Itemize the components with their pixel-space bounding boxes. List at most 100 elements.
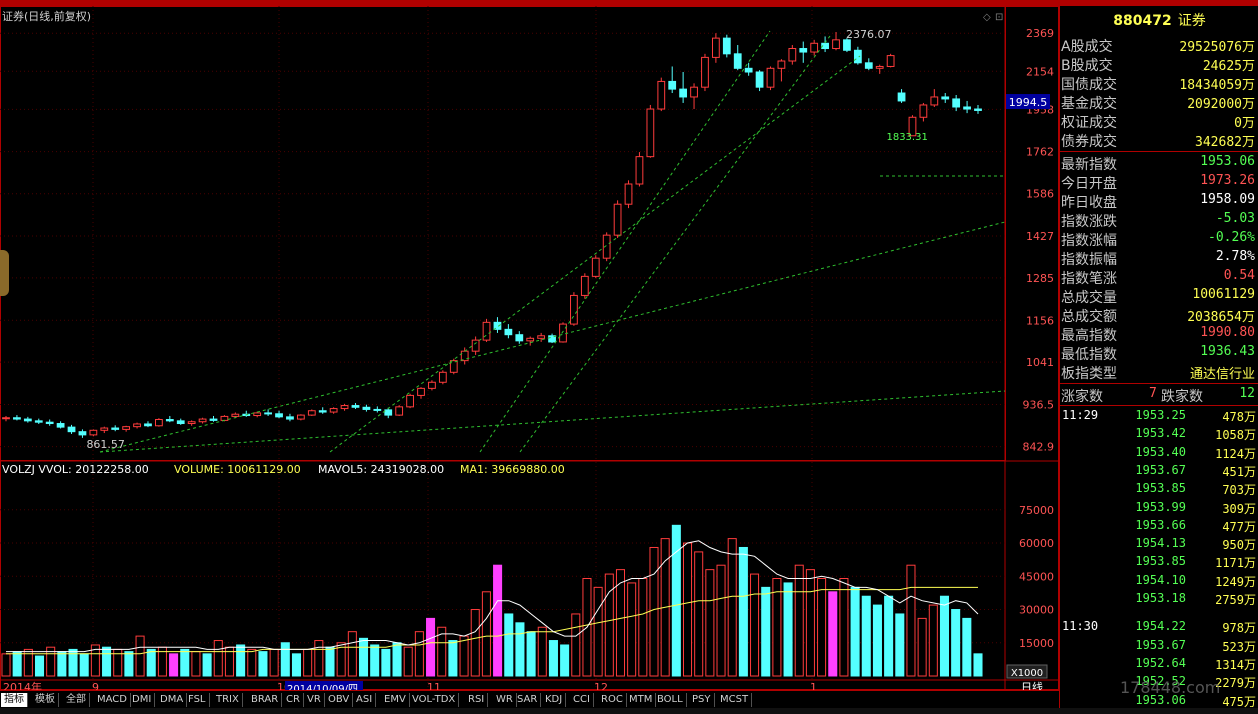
candle-body	[122, 426, 131, 430]
tick-volume: 950万	[1222, 538, 1256, 553]
indicator-tab[interactable]: VR	[304, 693, 325, 707]
candle-body	[701, 56, 709, 88]
candle-body	[875, 65, 884, 69]
volume-tick-label: 45000	[1019, 570, 1054, 583]
candle-body	[832, 39, 840, 50]
candle-body	[2, 417, 10, 420]
index-stat-row: 指数涨跌 -5.03	[1061, 211, 1257, 230]
indicator-tab[interactable]: EMV	[381, 693, 410, 707]
candle-body	[744, 67, 753, 73]
candle-body	[580, 275, 589, 296]
vol-header: VOLZJ VVOL: 20122258.00	[2, 463, 149, 476]
candle-body	[788, 48, 797, 62]
stat-value: 通达信行业	[1189, 367, 1255, 382]
price-tick-label: 1285	[1026, 272, 1054, 285]
indicator-tab[interactable]: CCI	[570, 693, 594, 707]
candle-body	[384, 409, 393, 416]
indicator-tab[interactable]: ROC	[598, 693, 627, 707]
volume-bar	[470, 609, 480, 677]
volume-bar	[537, 626, 547, 677]
volume-bar	[805, 569, 815, 677]
tick-volume: 2279万	[1215, 676, 1256, 691]
volume-bar	[191, 651, 201, 677]
candle-body	[559, 323, 567, 343]
candle-body	[886, 55, 895, 67]
collapse-handle[interactable]	[0, 250, 9, 296]
stat-value: 2.78%	[1215, 249, 1255, 264]
indicator-tab[interactable]: ASI	[353, 693, 377, 707]
candle-body	[373, 408, 382, 411]
volume-bar	[839, 578, 849, 677]
volume-bar	[817, 578, 827, 677]
indicator-tab[interactable]: MACD	[94, 693, 131, 707]
low-annotation: 861.57	[86, 438, 125, 451]
ma1-header: MA1: 39669880.00	[460, 463, 565, 476]
tick-row: 1953.99 309万	[1060, 500, 1258, 518]
tick-price: 1953.40	[1135, 444, 1186, 459]
indicator-tab[interactable]: 全部	[63, 693, 90, 707]
indicator-tab[interactable]: BRAR	[248, 693, 283, 707]
indicator-tab[interactable]: TRIX	[213, 693, 243, 707]
candle-body	[657, 80, 666, 110]
volume-bar	[247, 648, 257, 677]
kline-chart[interactable]: 证券(日线,前复权) ◇ ⊡2369215419581762158614271285…	[0, 6, 1059, 690]
tick-row: 1952.64 1314万	[1060, 656, 1258, 674]
volume-bar	[872, 604, 882, 677]
candle-body	[318, 410, 327, 413]
indicator-tab[interactable]: BOLL	[654, 693, 687, 707]
stat-value: 24625万	[1202, 59, 1255, 74]
candle-body	[155, 419, 163, 427]
tick-volume: 477万	[1222, 519, 1256, 534]
candle-body	[897, 92, 906, 102]
volume-bar	[738, 546, 748, 677]
indicator-tab[interactable]: DMA	[157, 693, 188, 707]
volume-bar	[850, 586, 860, 677]
indicator-tab[interactable]: 指标	[1, 693, 28, 707]
price-tick-label: 1156	[1026, 314, 1054, 327]
candle-body	[362, 406, 371, 410]
indicator-tab[interactable]: VOL-TDX	[409, 693, 460, 707]
indicator-tab[interactable]: DMI	[129, 693, 156, 707]
fall-label: 跌家数	[1161, 389, 1203, 405]
volume-bar	[1, 653, 11, 677]
volume-bar	[783, 582, 793, 677]
indicator-tab[interactable]: FSL	[185, 693, 210, 707]
volume-bar	[694, 551, 704, 677]
stat-value: 1936.43	[1200, 344, 1255, 359]
volume-bar	[124, 651, 134, 677]
chart-frame	[0, 6, 1059, 690]
indicator-tab[interactable]: PSY	[689, 693, 715, 707]
volume-bar	[682, 542, 693, 677]
divider	[1060, 383, 1258, 384]
candle-body	[220, 415, 229, 421]
volume-unit: X1000	[1011, 668, 1043, 679]
tick-price: 1953.67	[1135, 637, 1186, 652]
volume-bar	[705, 569, 715, 677]
stat-label: 国债成交	[1061, 77, 1117, 93]
candle-body	[231, 413, 240, 417]
volume-bar	[370, 644, 380, 677]
candle-body	[100, 427, 109, 431]
volume-bar	[169, 653, 179, 677]
tick-row: 1953.85 703万	[1060, 481, 1258, 499]
tick-price: 1953.18	[1135, 591, 1186, 605]
indicator-tab[interactable]: 模板	[32, 693, 59, 707]
x-axis-label: 12	[594, 681, 608, 690]
indicator-tab[interactable]: RSI	[465, 693, 489, 707]
indicator-tab[interactable]: CR	[283, 693, 304, 707]
indicator-tab[interactable]: KDJ	[542, 693, 567, 707]
indicator-tab[interactable]: OBV	[325, 693, 354, 707]
volume-bar	[571, 613, 581, 677]
candle-body	[537, 335, 546, 339]
tick-price: 1954.22	[1135, 619, 1186, 634]
volume-bar	[291, 653, 302, 677]
candle-body	[733, 53, 742, 69]
volume-bar	[939, 595, 950, 677]
indicator-tab[interactable]: MCST	[717, 693, 753, 707]
volume-bar	[593, 586, 603, 677]
candle-body	[23, 418, 32, 422]
volume-bar	[426, 617, 436, 677]
index-stat-row: 板指类型 通达信行业	[1061, 363, 1257, 382]
indicator-tab[interactable]: SAR	[514, 693, 542, 707]
indicator-tab[interactable]: MTM	[626, 693, 657, 707]
